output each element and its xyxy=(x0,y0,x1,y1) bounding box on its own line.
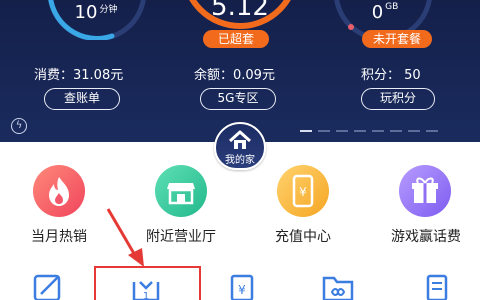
svg-text:¥: ¥ xyxy=(238,283,246,297)
carousel-dot xyxy=(372,130,384,132)
carousel-dot xyxy=(354,130,366,132)
carousel-dot xyxy=(336,130,348,132)
svg-text:¥: ¥ xyxy=(299,185,307,199)
lightning-icon[interactable]: ϟ xyxy=(11,118,27,134)
document-list-icon[interactable] xyxy=(416,268,456,300)
play-points-button[interactable]: 玩积分 xyxy=(361,88,435,110)
game-win-credit-label: 游戏赢话费 xyxy=(391,229,461,245)
view-bill-button[interactable]: 查账单 xyxy=(44,88,120,110)
carousel-dot xyxy=(426,130,438,132)
carousel-indicator xyxy=(300,130,438,132)
hot-sales-button[interactable] xyxy=(33,165,85,217)
house-icon xyxy=(228,130,252,149)
nearby-store-button[interactable] xyxy=(155,165,207,217)
carousel-dot xyxy=(318,130,330,132)
minutes-unit: 分钟 xyxy=(99,5,118,15)
minutes-value: 10 分钟 xyxy=(66,2,126,23)
gift-icon xyxy=(412,177,438,203)
phone-yuan-icon: ¥ xyxy=(292,174,314,208)
my-home-button[interactable]: 我的家 xyxy=(214,122,266,170)
data-unit: GB xyxy=(385,2,399,12)
gauge-pointer-icon xyxy=(348,24,354,30)
over-plan-badge: 已超套 xyxy=(203,30,269,48)
store-icon xyxy=(167,183,195,205)
data-package-icon[interactable]: 1 xyxy=(126,268,166,300)
usage-value: 5.12 xyxy=(211,0,269,22)
recharge-center-label: 充值中心 xyxy=(275,229,331,245)
carousel-dot xyxy=(408,130,420,132)
flame-icon xyxy=(49,177,69,206)
points-text: 积分： 50 xyxy=(361,68,421,83)
minutes-number: 10 xyxy=(74,2,98,23)
hot-sales-label: 当月热销 xyxy=(31,229,87,245)
balance-text: 余额：0.09元 xyxy=(194,68,275,83)
data-number: 0 xyxy=(371,2,384,23)
annotation-arrow xyxy=(106,208,144,267)
app-screen: 10 分钟 5.12 0 GB 已超套 未开套餐 消费：31.08元 余额：0.09… xyxy=(0,0,480,300)
carousel-dot-active xyxy=(300,130,312,132)
consumption-text: 消费：31.08元 xyxy=(34,68,124,83)
recharge-center-button[interactable]: ¥ xyxy=(277,165,329,217)
notebook-pen-icon[interactable] xyxy=(29,268,69,300)
svg-text:1: 1 xyxy=(143,291,149,300)
yuan-card-icon[interactable]: ¥ xyxy=(222,268,262,300)
unlimited-folder-icon[interactable] xyxy=(318,268,358,300)
carousel-dot xyxy=(390,130,402,132)
game-win-credit-button[interactable] xyxy=(399,165,451,217)
data-value: 0 GB xyxy=(360,2,410,23)
no-plan-badge: 未开套餐 xyxy=(362,30,432,48)
my-home-label: 我的家 xyxy=(225,155,255,166)
5g-zone-button[interactable]: 5G专区 xyxy=(200,88,276,110)
